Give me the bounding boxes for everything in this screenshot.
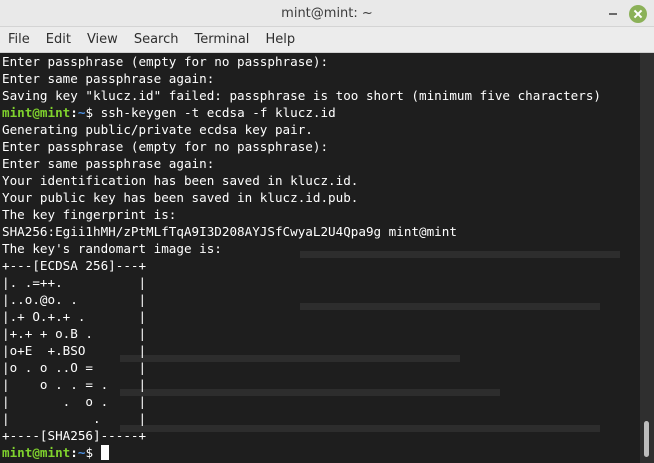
terminal-output-line: +----[SHA256]-----+	[2, 428, 147, 443]
window-title: mint@mint: ~	[281, 6, 373, 21]
prompt-separator: :	[70, 105, 78, 120]
terminal-output-line: Saving key "klucz.id" failed: passphrase…	[2, 88, 601, 103]
terminal-output-line: |..o.@o. . |	[2, 292, 147, 307]
prompt-separator: :	[70, 445, 78, 460]
menu-view[interactable]: View	[79, 27, 126, 53]
terminal-output-line: |o+E +.BSO |	[2, 343, 147, 358]
menu-search[interactable]: Search	[126, 27, 187, 53]
terminal-output-line: | . o . |	[2, 394, 147, 409]
terminal-output-line: Enter same passphrase again:	[2, 71, 215, 86]
prompt-symbol: $	[85, 105, 101, 120]
title-bar: mint@mint: ~	[0, 0, 654, 27]
menu-edit[interactable]: Edit	[38, 27, 79, 53]
menu-terminal[interactable]: Terminal	[186, 27, 257, 53]
terminal-output-line: |.+ O.+.+ . |	[2, 309, 147, 324]
terminal-output-line: |. .=++. |	[2, 275, 147, 290]
menu-bar: File Edit View Search Terminal Help	[0, 27, 654, 53]
terminal-output-line: |o . o ..O = |	[2, 360, 147, 375]
terminal-command-line: mint@mint:~$	[2, 444, 601, 461]
terminal-output-line: Generating public/private ecdsa key pair…	[2, 122, 313, 137]
minimize-icon[interactable]	[604, 5, 622, 23]
terminal-output-line: Enter passphrase (empty for no passphras…	[2, 54, 329, 69]
terminal-output-line: SHA256:Egii1hMH/zPtMLfTqA9I3D208AYJSfCwy…	[2, 224, 457, 239]
terminal-output-line: Enter same passphrase again:	[2, 156, 215, 171]
terminal-output-line: |+.+ + o.B . |	[2, 326, 147, 341]
terminal-output-line: The key fingerprint is:	[2, 207, 177, 222]
menu-help[interactable]: Help	[257, 27, 303, 53]
text-cursor	[100, 445, 109, 460]
close-icon[interactable]	[629, 5, 647, 23]
terminal-output-line: Your identification has been saved in kl…	[2, 173, 359, 188]
terminal-output-line: | o . . = . |	[2, 377, 147, 392]
terminal-output-line: Your public key has been saved in klucz.…	[2, 190, 359, 205]
terminal-command-line: mint@mint:~$ ssh-keygen -t ecdsa -f kluc…	[2, 104, 601, 121]
terminal-view[interactable]: Enter passphrase (empty for no passphras…	[0, 53, 640, 463]
terminal-output-line: +---[ECDSA 256]---+	[2, 258, 147, 273]
terminal-output-line: Enter passphrase (empty for no passphras…	[2, 139, 329, 154]
scrollbar-thumb[interactable]	[644, 421, 649, 457]
terminal-output-line: | . |	[2, 411, 147, 426]
terminal-output-line: The key's randomart image is:	[2, 241, 222, 256]
scrollbar[interactable]	[640, 53, 654, 463]
prompt-user: mint@mint	[2, 105, 71, 120]
terminal-output: Enter passphrase (empty for no passphras…	[2, 53, 601, 461]
menu-file[interactable]: File	[0, 27, 38, 53]
prompt-user: mint@mint	[2, 445, 71, 460]
command-text: ssh-keygen -t ecdsa -f klucz.id	[100, 105, 336, 120]
prompt-symbol: $	[85, 445, 101, 460]
